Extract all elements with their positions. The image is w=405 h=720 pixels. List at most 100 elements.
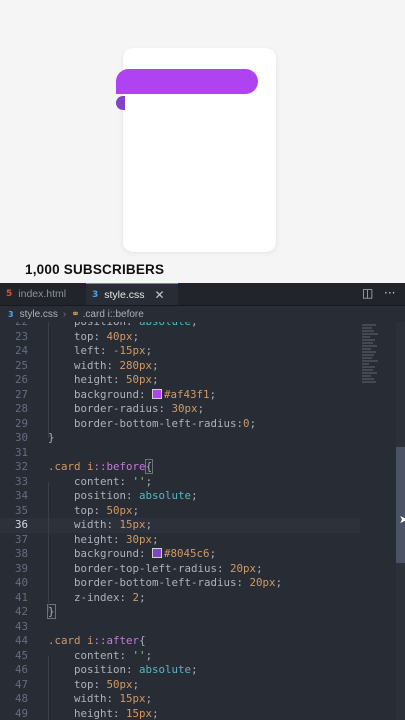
line-number: 38 [14,547,28,560]
breadcrumb-symbol[interactable]: .card i::before [83,309,144,320]
code-token: width [74,518,107,531]
code-token: width [74,358,107,372]
line-number: 25 [14,358,28,372]
code-token: 50px [106,677,133,691]
code-line[interactable]: 31 [0,446,360,461]
line-number: 43 [14,619,28,633]
code-line[interactable]: 45 content: ''; [0,649,360,664]
code-line[interactable]: 40 border-bottom-left-radius: 20px; [0,576,360,591]
line-text: z-index: 2; [48,591,146,606]
line-number: 45 [14,648,28,662]
code-line[interactable]: 46 position: absolute; [0,663,360,678]
more-actions-icon[interactable]: ··· [384,286,395,300]
line-number: 47 [14,677,28,691]
code-line[interactable]: 30} [0,431,360,446]
code-line[interactable]: 41 z-index: 2; [0,591,360,606]
code-line[interactable]: 27 background: #af43f1; [0,388,360,403]
code-line[interactable]: 38 background: #8045c6; [0,547,360,562]
code-line[interactable]: 22 position: absolute; [0,322,360,330]
color-swatch[interactable] [152,388,163,399]
code-token: : [119,648,133,662]
tab-index-html[interactable]: 5 index.html [0,283,86,305]
code-token: : [106,692,120,705]
line-text: width: 280px; [48,359,159,374]
line-number: 22 [0,322,28,330]
code-token: -15px [113,344,146,357]
code-line[interactable]: 33 content: ''; [0,475,360,490]
code-token: : [113,706,127,720]
code-token: ; [275,576,283,589]
split-editor-icon[interactable]: ◫ [362,286,373,300]
code-token: 15px [126,706,153,720]
css3-icon: 3 [8,309,14,319]
line-number: 24 [14,344,28,357]
code-token: { [139,634,146,647]
code-token: ; [209,547,217,560]
code-token: : [119,474,133,488]
code-token: border-radius [74,402,159,415]
minimap[interactable] [362,324,386,394]
code-line[interactable]: 42} [0,604,360,620]
code-line[interactable]: 34 position: absolute; [0,489,360,504]
code-token: absolute [139,489,192,502]
code-token: ; [152,373,159,386]
line-number: 33 [14,474,28,488]
code-line[interactable]: 36 width: 15px; [0,518,360,533]
code-line[interactable]: 48 width: 15px; [0,692,360,707]
tab-bar: 5 index.html 3 style.css ✕ ◫ ··· [0,283,405,306]
line-number: 23 [14,329,28,343]
code-token: : [139,547,153,560]
code-token: : [106,358,120,372]
code-token: : [93,677,107,691]
scrollbar-thumb[interactable] [396,447,405,563]
indent-guide [48,656,49,720]
code-token: : [113,373,127,386]
line-number: 31 [14,445,28,459]
ribbon [116,69,258,94]
breadcrumb-separator: › [62,308,67,320]
code-line[interactable]: 24 left: -15px; [0,344,360,359]
line-number: 29 [14,416,28,430]
breadcrumb-file[interactable]: style.css [20,309,58,320]
line-number: 27 [14,387,28,401]
code-token: : [106,518,120,531]
code-token: : [236,576,250,589]
code-area[interactable]: 49 height: 15px; 48 width: 15px; 47 top: 5… [0,322,405,720]
code-token: ; [191,489,198,502]
code-token: ; [152,706,159,720]
tab-style-css[interactable]: 3 style.css ✕ [86,283,178,305]
code-line[interactable]: 23 top: 40px; [0,330,360,345]
code-token: absolute [139,322,191,328]
line-text: border-top-left-radius: 20px; [48,562,263,577]
line-number: 49 [14,706,28,720]
code-line[interactable]: 32 .card i::before{ [0,459,360,475]
close-icon[interactable]: ✕ [155,288,165,302]
code-token: top [74,677,94,691]
code-line[interactable]: 37 height: 30px; [0,533,360,548]
code-token: ; [145,474,153,488]
mouse-cursor-icon: ➤ [399,513,405,526]
code-token: ; [145,692,153,705]
code-line[interactable]: 39 border-top-left-radius: 20px; [0,562,360,577]
code-line[interactable]: 43 [0,620,360,635]
code-line[interactable]: 35 top: 50px; [0,504,360,519]
code-token: ; [132,329,140,343]
code-token: : [126,322,139,328]
code-token: background [74,547,140,560]
code-line[interactable]: 28 border-radius: 30px; [0,402,360,417]
color-swatch[interactable] [152,548,163,558]
code-line[interactable]: 25 width: 280px; [0,359,360,374]
code-line[interactable]: 29 border-bottom-left-radius:0; [0,417,360,432]
code-editor: 5 index.html 3 style.css ✕ ◫ ··· 3 style… [0,283,405,720]
line-text: height: 15px; [48,707,159,720]
code-token: 50px [106,503,133,517]
code-token: '' [132,474,146,488]
line-text: border-radius: 30px; [48,402,204,417]
css3-icon: 3 [92,289,99,300]
code-line[interactable]: 26 height: 50px; [0,373,360,388]
code-line[interactable]: 47 top: 50px; [0,678,360,693]
code-token: ; [145,518,153,531]
code-line[interactable]: 49 height: 15px; [0,707,360,720]
line-text: border-bottom-left-radius: 20px; [48,576,282,591]
code-line[interactable]: 44 .card i::after{ [0,634,360,649]
